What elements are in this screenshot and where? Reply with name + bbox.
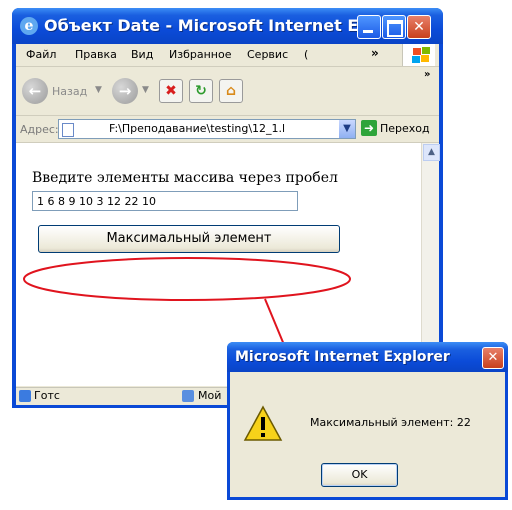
- address-bar: Адрес: F:\Преподавание\testing\12_1.l ▼ …: [16, 116, 439, 143]
- menu-tools[interactable]: Сервис: [247, 48, 288, 61]
- back-dropdown-icon[interactable]: ▼: [95, 85, 102, 95]
- go-button[interactable]: Переход: [380, 122, 430, 135]
- ie-logo-icon: e: [20, 17, 38, 35]
- menu-edit[interactable]: Правка: [75, 48, 117, 61]
- toolbar-overflow-button[interactable]: »: [424, 69, 430, 80]
- logo-quad-green: [422, 47, 430, 54]
- address-url: F:\Преподавание\testing\12_1.l: [109, 122, 286, 135]
- back-arrow-icon: ←: [28, 82, 42, 100]
- address-label: Адрес:: [20, 123, 59, 136]
- title-bar[interactable]: e Объект Date - Microsoft Internet E... …: [12, 8, 443, 44]
- logo-quad-blue: [412, 56, 420, 63]
- status-page-icon: [19, 390, 31, 402]
- warning-icon: [243, 405, 283, 441]
- address-field[interactable]: F:\Преподавание\testing\12_1.l ▼: [58, 119, 356, 139]
- menu-favorites[interactable]: Избранное: [169, 48, 231, 61]
- stop-icon: ✖: [165, 83, 177, 99]
- alert-dialog: Microsoft Internet Explorer ✕ Максимальн…: [227, 342, 508, 500]
- back-label: Назад: [52, 85, 88, 98]
- scroll-up-icon[interactable]: ▲: [423, 144, 440, 161]
- close-icon: ✕: [413, 19, 425, 35]
- zone-icon: [182, 390, 194, 402]
- array-prompt: Введите элементы массива через пробел: [32, 170, 338, 186]
- minimize-button[interactable]: [357, 15, 381, 39]
- close-icon: ✕: [487, 350, 499, 365]
- address-dropdown-icon[interactable]: ▼: [339, 120, 355, 138]
- maximize-icon: [387, 20, 403, 37]
- menu-view[interactable]: Вид: [131, 48, 153, 61]
- refresh-button[interactable]: ↻: [189, 79, 213, 103]
- forward-dropdown-icon[interactable]: ▼: [142, 85, 149, 95]
- page-icon: [62, 123, 74, 137]
- menu-overflow-button[interactable]: »: [371, 46, 379, 60]
- forward-arrow-icon: →: [118, 82, 132, 100]
- stop-button[interactable]: ✖: [159, 79, 183, 103]
- minimize-icon: [363, 30, 373, 33]
- menu-file[interactable]: Файл: [26, 48, 56, 61]
- windows-logo-icon: [402, 44, 435, 66]
- zone-text: Мой: [198, 389, 222, 402]
- toolbar: ← Назад ▼ → ▼ ✖ ↻ ⌂ »: [16, 67, 439, 116]
- maximize-button[interactable]: [382, 15, 406, 39]
- back-button[interactable]: ←: [22, 78, 48, 104]
- dialog-message: Максимальный элемент: 22: [310, 416, 471, 429]
- forward-button[interactable]: →: [112, 78, 138, 104]
- dialog-title-bar[interactable]: Microsoft Internet Explorer ✕: [227, 342, 508, 372]
- ok-button[interactable]: OK: [321, 463, 398, 487]
- array-input[interactable]: 1 6 8 9 10 3 12 22 10: [32, 191, 298, 211]
- logo-quad-yellow: [421, 55, 429, 62]
- home-icon: ⌂: [225, 83, 237, 99]
- logo-quad-red: [413, 48, 421, 55]
- home-button[interactable]: ⌂: [219, 79, 243, 103]
- dialog-title: Microsoft Internet Explorer: [235, 349, 450, 365]
- max-element-button[interactable]: Максимальный элемент: [38, 225, 340, 253]
- menu-help[interactable]: (: [304, 48, 308, 61]
- refresh-icon: ↻: [195, 83, 207, 99]
- dialog-body: Максимальный элемент: 22 OK: [230, 372, 505, 497]
- window-title: Объект Date - Microsoft Internet E...: [44, 16, 377, 35]
- menu-bar: Файл Правка Вид Избранное Сервис ( »: [16, 44, 439, 67]
- close-button[interactable]: ✕: [407, 15, 431, 39]
- status-text: Готс: [34, 389, 60, 402]
- dialog-close-button[interactable]: ✕: [482, 347, 504, 369]
- go-arrow-icon[interactable]: ➜: [361, 120, 377, 136]
